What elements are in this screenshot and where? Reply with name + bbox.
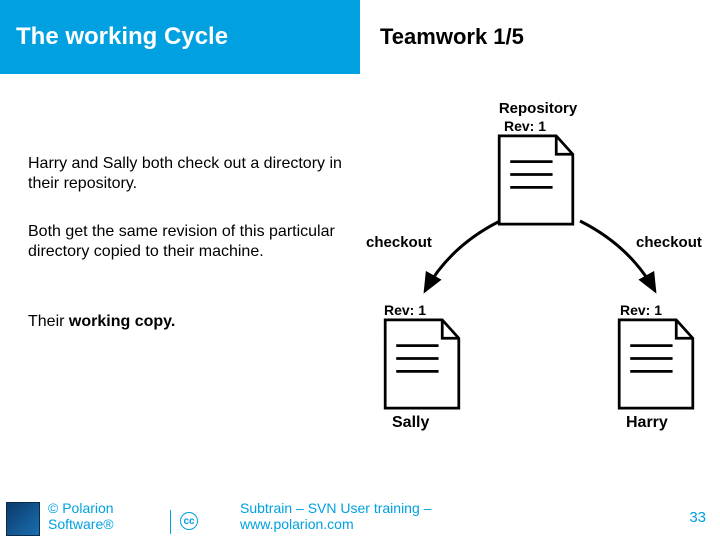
polarion-logo-icon xyxy=(6,502,40,536)
repository-doc-icon xyxy=(490,134,582,226)
harry-label: Harry xyxy=(626,414,668,432)
footer-center-line2: www.polarion.com xyxy=(240,516,354,532)
footer: © Polarion Software® cc Subtrain – SVN U… xyxy=(0,500,720,540)
paragraph-3-prefix: Their xyxy=(28,313,69,330)
sally-label: Sally xyxy=(392,414,429,432)
paragraph-3-bold: working copy. xyxy=(69,313,175,330)
slide-subtitle: Teamwork 1/5 xyxy=(380,24,524,50)
paragraph-1: Harry and Sally both check out a directo… xyxy=(28,154,348,194)
repository-label: Repository xyxy=(478,100,598,117)
diagram: Repository Rev: 1 checkout checkout Rev:… xyxy=(370,106,710,456)
footer-center-line1: Subtrain – SVN User training – xyxy=(240,500,431,516)
checkout-label-left: checkout xyxy=(366,234,432,251)
sally-doc-icon xyxy=(376,318,468,410)
copyright: © Polarion Software® xyxy=(48,501,114,532)
sally-rev: Rev: 1 xyxy=(384,302,426,318)
footer-divider xyxy=(170,510,171,534)
checkout-label-right: checkout xyxy=(636,234,702,251)
title-bar: The working Cycle xyxy=(0,0,360,74)
footer-center: Subtrain – SVN User training – www.polar… xyxy=(240,501,431,532)
arrow-left-icon xyxy=(410,216,510,306)
page-number: 33 xyxy=(689,509,706,526)
cc-icon: cc xyxy=(180,512,198,530)
paragraph-3: Their working copy. xyxy=(28,312,348,332)
paragraph-2: Both get the same revision of this parti… xyxy=(28,222,348,262)
copyright-line2: Software® xyxy=(48,516,114,532)
harry-rev: Rev: 1 xyxy=(620,302,662,318)
harry-doc-icon xyxy=(610,318,702,410)
repository-rev: Rev: 1 xyxy=(504,118,546,134)
arrow-right-icon xyxy=(570,216,670,306)
slide-title: The working Cycle xyxy=(16,23,228,51)
copyright-line1: © Polarion xyxy=(48,500,114,516)
